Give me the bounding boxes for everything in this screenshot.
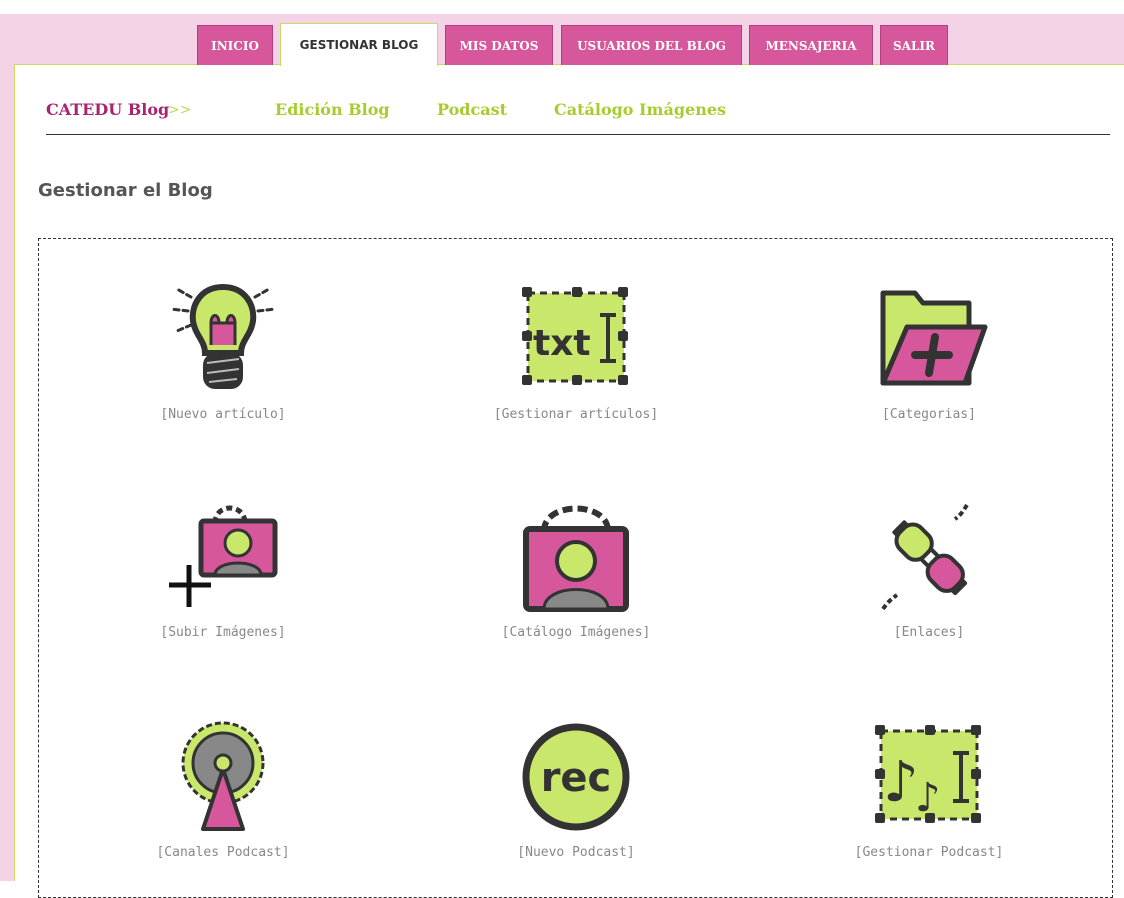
gestionar-articulos-button[interactable]: txt [Gestionar artículos] [461,279,691,422]
gestionar-podcast-button[interactable]: ♪ ♪ [Gestionar Podcast] [814,717,1044,860]
subir-imagenes-label: [Subir Imágenes] [160,625,286,640]
enlaces-button[interactable]: [Enlaces] [814,497,1044,640]
svg-text:♪: ♪ [915,775,941,821]
nuevo-podcast-button[interactable]: rec [Nuevo Podcast] [461,717,691,860]
tab-salir[interactable]: SALIR [880,25,948,65]
tab-mis-datos[interactable]: MIS DATOS [445,25,553,65]
plug-link-icon [881,503,969,611]
picture-frame-icon [523,505,629,612]
tab-usuarios-del-blog[interactable]: USUARIOS DEL BLOG [561,25,742,65]
categorias-label: [Categorias] [882,407,976,422]
nuevo-articulo-button[interactable]: [Nuevo artículo] [108,279,338,422]
svg-text:♪: ♪ [883,750,919,815]
breadcrumb-separator: >> [168,102,192,118]
catalogo-imagenes-button[interactable]: [Catálogo Imágenes] [461,497,691,640]
enlaces-label: [Enlaces] [893,625,965,640]
folder-plus-icon [880,290,988,386]
nuevo-articulo-label: [Nuevo artículo] [160,407,286,422]
sublink-edicion-blog[interactable]: Edición Blog [275,100,390,119]
svg-text:rec: rec [541,755,612,801]
gestionar-articulos-label: [Gestionar artículos] [493,407,659,422]
actions-grid: [Nuevo artículo] txt [Gestionar artículo… [38,238,1113,898]
tab-gestionar-blog[interactable]: GESTIONAR BLOG [280,23,438,66]
categorias-button[interactable]: [Categorias] [814,279,1044,422]
left-strip [0,64,14,881]
music-frame-icon: ♪ ♪ [875,725,981,823]
gestionar-podcast-label: [Gestionar Podcast] [854,845,1004,860]
subir-imagenes-button[interactable]: [Subir Imágenes] [108,497,338,640]
tab-inicio[interactable]: INICIO [197,25,273,65]
svg-text:txt: txt [533,323,591,364]
lightbulb-icon [169,283,277,389]
nuevo-podcast-label: [Nuevo Podcast] [517,845,635,860]
tab-mensajeria[interactable]: MENSAJERIA [749,25,873,65]
sublink-catalogo-imagenes[interactable]: Catálogo Imágenes [554,100,726,119]
broadcast-antenna-icon [181,721,265,831]
upload-picture-icon [169,505,278,607]
sub-navigation: CATEDU Blog >> Edición Blog Podcast Catá… [46,98,1110,135]
breadcrumb-blog-name: CATEDU Blog [46,100,170,119]
canales-podcast-label: [Canales Podcast] [156,845,290,860]
canales-podcast-button[interactable]: [Canales Podcast] [108,717,338,860]
page-title: Gestionar el Blog [38,180,213,201]
text-frame-icon: txt [522,287,628,385]
sublink-podcast[interactable]: Podcast [437,100,507,119]
catalogo-imagenes-label: [Catálogo Imágenes] [501,625,651,640]
rec-icon: rec [522,723,630,831]
